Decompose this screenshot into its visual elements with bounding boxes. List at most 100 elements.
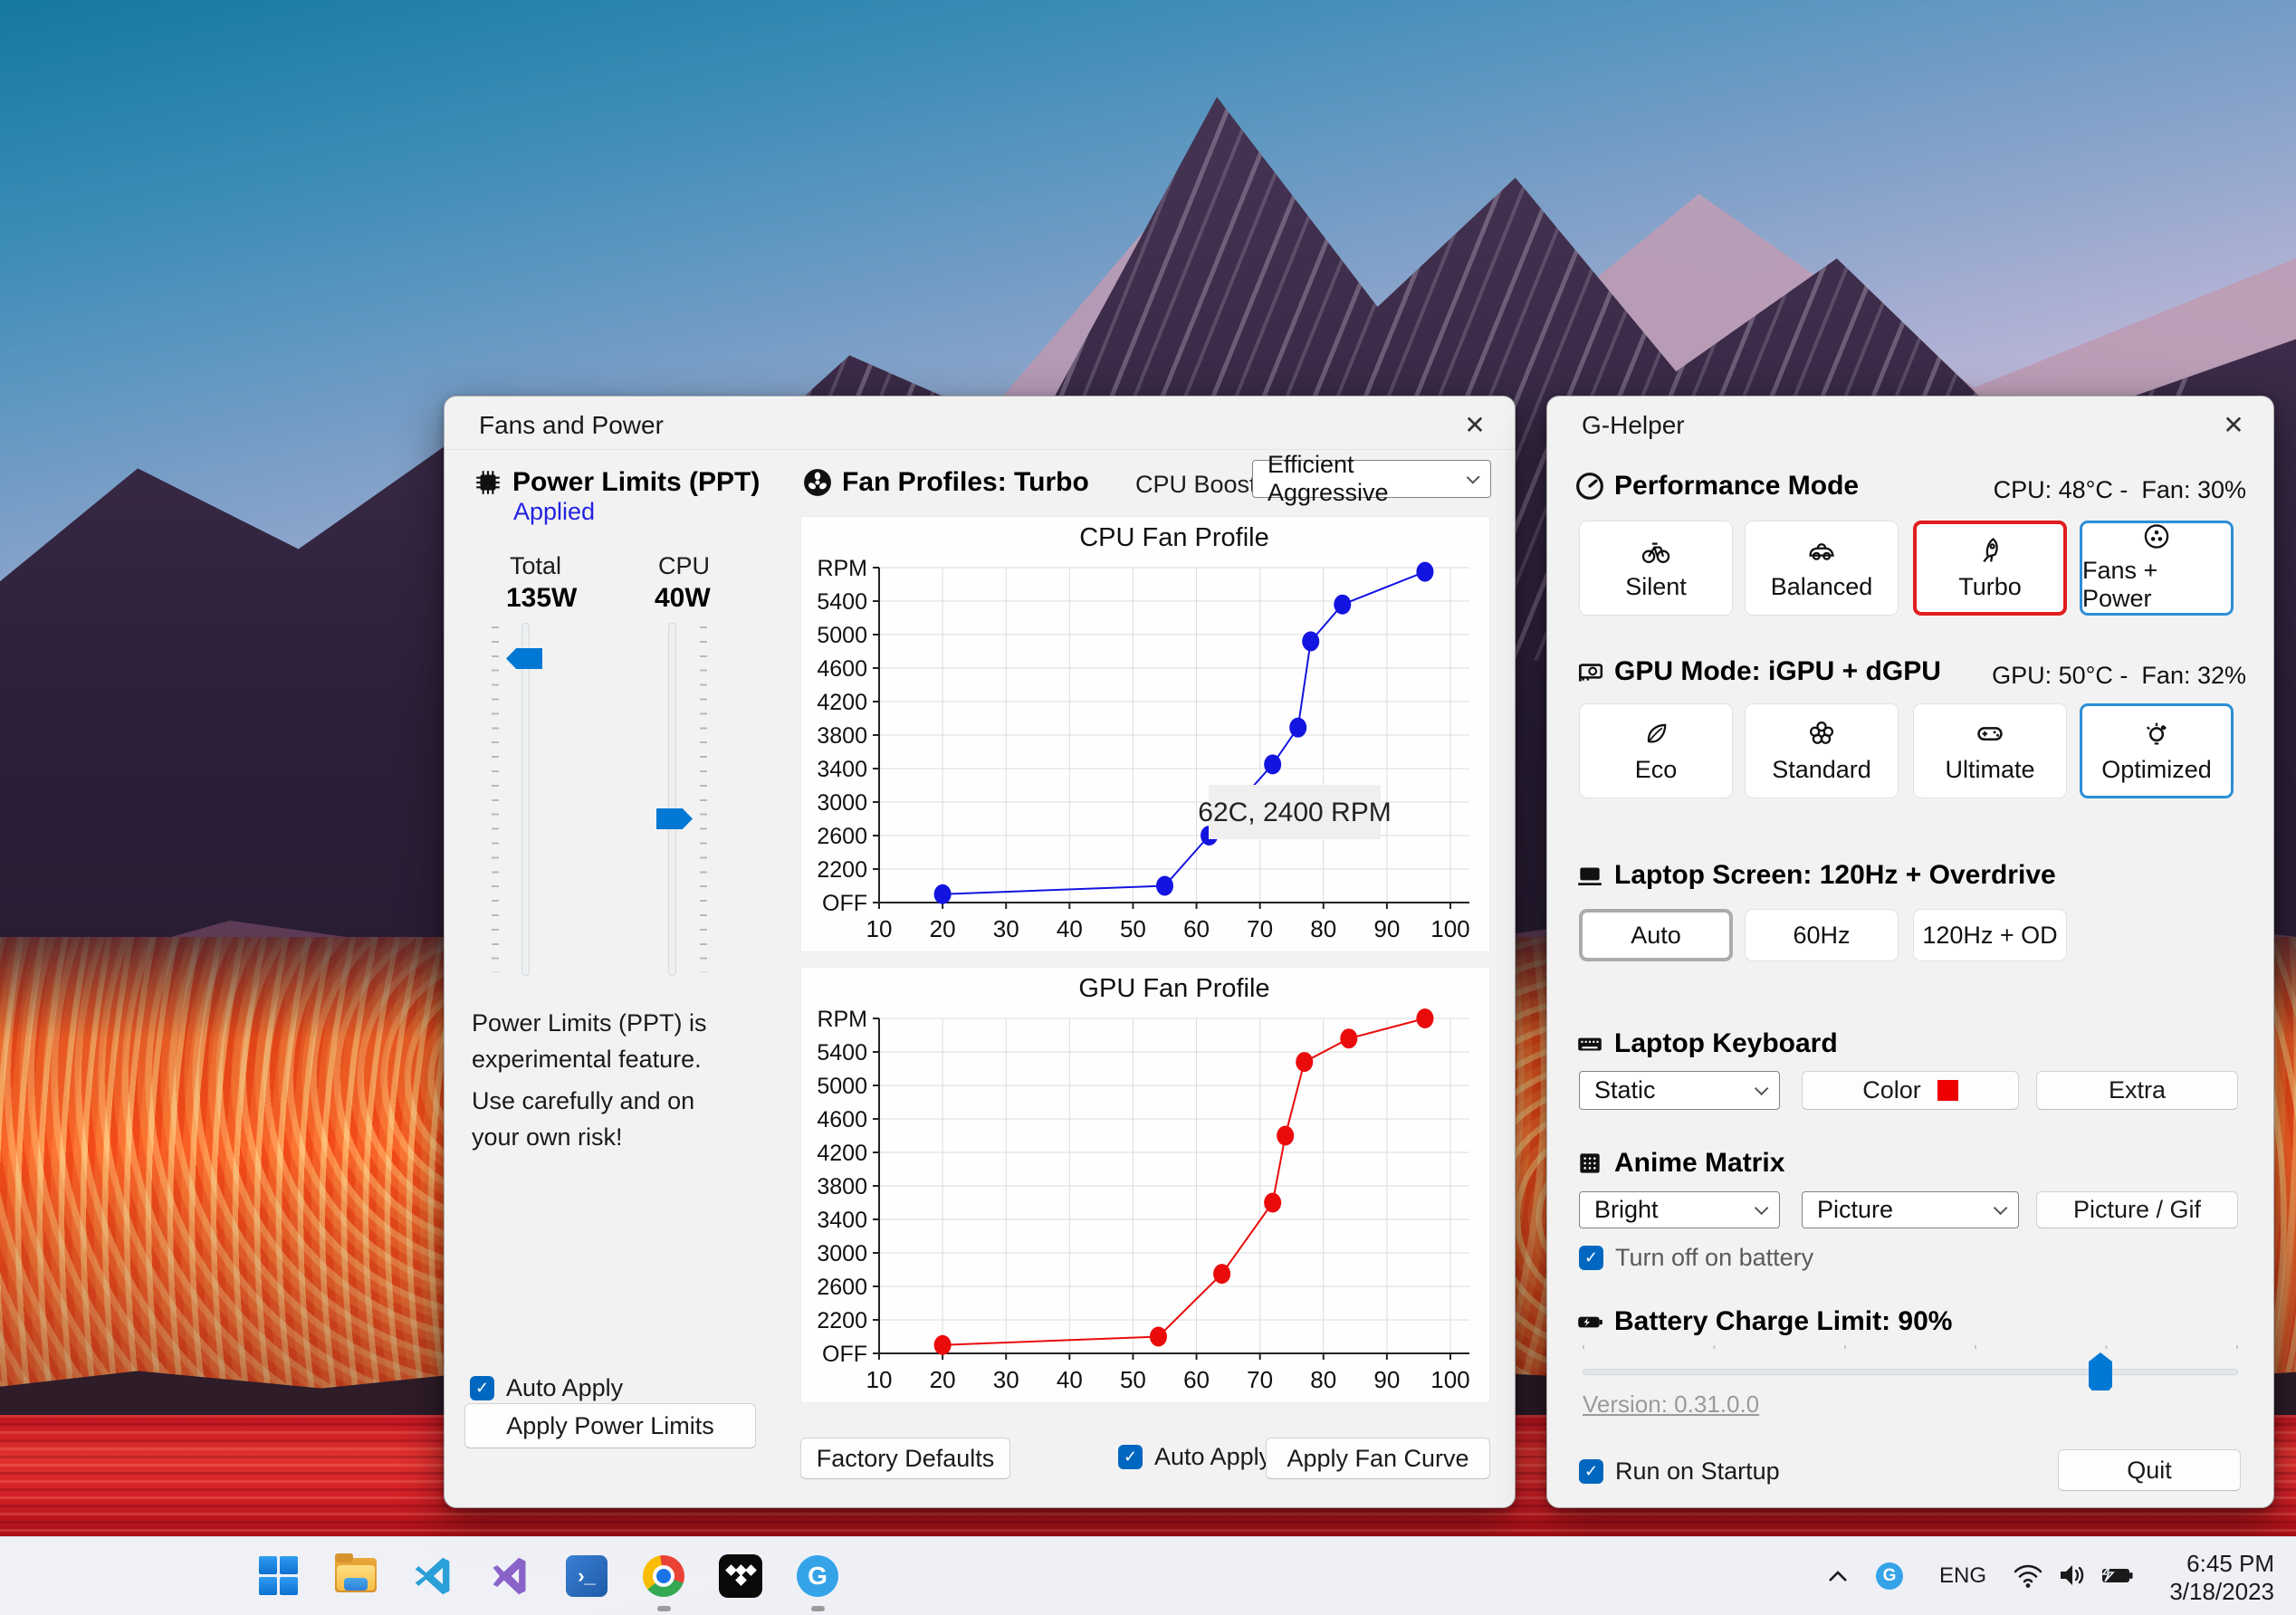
svg-text:10: 10 (866, 1366, 893, 1393)
fans-titlebar[interactable]: Fans and Power ✕ (445, 397, 1515, 449)
run-on-startup-checkbox[interactable]: ✓ Run on Startup (1579, 1457, 1780, 1486)
titlebar-divider (445, 449, 1515, 450)
slider-ticks (700, 626, 707, 972)
chevron-down-icon (1754, 1081, 1769, 1096)
cpu-fan-chart[interactable]: CPU Fan Profile 10 20 30 40 50 60 70 80 90 100 RPM 2… (801, 517, 1491, 953)
visual-studio-logo-icon (493, 1557, 526, 1595)
matrix-brightness-dropdown[interactable]: Bright (1579, 1191, 1780, 1228)
total-power-slider[interactable] (492, 623, 546, 976)
keyboard-mode-dropdown[interactable]: Static (1579, 1071, 1780, 1110)
close-icon[interactable]: ✕ (1459, 409, 1491, 440)
apply-fan-curve-button[interactable]: Apply Fan Curve (1266, 1438, 1490, 1479)
anime-matrix-header: Anime Matrix (1575, 1148, 1784, 1179)
gpu-mode-eco[interactable]: Eco (1579, 703, 1733, 798)
svg-text:62C, 2400 RPM: 62C, 2400 RPM (1198, 798, 1391, 827)
fan-icon (804, 469, 831, 496)
tray-g-helper-icon[interactable]: G (1876, 1562, 1903, 1590)
slider-track[interactable] (668, 623, 676, 976)
tray-clock[interactable]: 6:45 PM 3/18/2023 (2169, 1550, 2274, 1606)
tidal-icon[interactable] (712, 1547, 770, 1605)
keyboard-color-button[interactable]: Color (1802, 1071, 2019, 1110)
checkbox-checked-icon[interactable]: ✓ (470, 1376, 494, 1400)
tray-language[interactable]: ENG (1936, 1562, 1990, 1590)
auto-apply-label: Auto Apply (1154, 1443, 1272, 1470)
laptop-keyboard-heading: Laptop Keyboard (1614, 1028, 1838, 1058)
battery-slider-thumb[interactable] (2089, 1352, 2112, 1390)
checkbox-checked-icon[interactable]: ✓ (1579, 1459, 1603, 1484)
slider-track[interactable] (521, 623, 530, 976)
laptop-screen-heading: Laptop Screen: 120Hz + Overdrive (1614, 860, 2056, 890)
svg-text:3800: 3800 (817, 1174, 867, 1199)
tray-chevron-up[interactable] (1822, 1562, 1854, 1590)
gpu-fan-chart[interactable]: GPU Fan Profile 10 20 30 40 50 60 70 80 90 100 RPM 2… (801, 968, 1491, 1404)
svg-text:50: 50 (1120, 915, 1146, 942)
svg-text:5400: 5400 (817, 1040, 867, 1066)
svg-text:90: 90 (1373, 915, 1400, 942)
screen-option-60hz[interactable]: 60Hz (1745, 909, 1899, 961)
matrix-content-value: Picture (1817, 1196, 1894, 1223)
apply-power-limits-button[interactable]: Apply Power Limits (464, 1403, 756, 1448)
keyboard-icon (1578, 1037, 1602, 1051)
vscode-icon[interactable] (404, 1547, 462, 1605)
svg-text:3000: 3000 (817, 790, 867, 816)
ghelper-titlebar[interactable]: G-Helper ✕ (1547, 397, 2273, 449)
factory-defaults-button[interactable]: Factory Defaults (800, 1438, 1010, 1479)
matrix-battery-checkbox[interactable]: ✓ Turn off on battery (1579, 1244, 1813, 1272)
cpu-boost-dropdown[interactable]: Efficient Aggressive (1252, 451, 1491, 506)
version-link[interactable]: Version: 0.31.0.0 (1583, 1390, 1759, 1419)
visual-studio-icon[interactable] (481, 1547, 539, 1605)
total-slider-thumb[interactable] (506, 648, 542, 669)
fan-auto-apply[interactable]: ✓ Auto Apply (1118, 1443, 1271, 1471)
perf-mode-turbo-selected[interactable]: Turbo (1913, 521, 2067, 616)
checkbox-checked-icon[interactable]: ✓ (1579, 1246, 1603, 1270)
slider-track[interactable] (1583, 1369, 2238, 1375)
svg-text:3800: 3800 (817, 723, 867, 749)
speaker-icon (2061, 1565, 2084, 1585)
checkbox-checked-icon[interactable]: ✓ (1118, 1445, 1143, 1469)
file-explorer-icon[interactable] (327, 1547, 385, 1605)
tray-volume[interactable] (2055, 1561, 2088, 1590)
screen-option-120hz-od[interactable]: 120Hz + OD (1913, 909, 2067, 961)
fan-profiles-header: Fan Profiles: Turbo (803, 467, 1089, 498)
close-icon[interactable]: ✕ (2217, 409, 2250, 440)
gpu-mode-optimized-selected[interactable]: Optimized (2080, 703, 2234, 798)
desktop: Fans and Power ✕ Power Limits (PPT) Appl… (0, 0, 2296, 1615)
perf-mode-silent[interactable]: Silent (1579, 521, 1733, 616)
tray-battery[interactable] (2099, 1561, 2135, 1590)
screen-option-auto-selected[interactable]: Auto (1579, 909, 1733, 961)
powershell-icon[interactable]: ›_ (558, 1547, 616, 1605)
tray-date-value: 3/18/2023 (2169, 1578, 2274, 1605)
svg-text:2200: 2200 (817, 1308, 867, 1333)
start-button[interactable] (250, 1547, 308, 1605)
matrix-picture-gif-button[interactable]: Picture / Gif (2036, 1191, 2238, 1228)
g-helper-taskbar-icon[interactable]: G (789, 1547, 847, 1605)
keyboard-extra-button[interactable]: Extra (2036, 1071, 2238, 1110)
perf-mode-balanced[interactable]: Balanced (1745, 521, 1899, 616)
folder-icon (335, 1553, 377, 1594)
power-auto-apply[interactable]: ✓ Auto Apply (470, 1374, 623, 1402)
gpu-fan-chart-panel[interactable]: GPU Fan Profile 10 20 30 40 50 60 70 80 90 100 RPM 2… (800, 967, 1490, 1403)
svg-text:OFF: OFF (822, 1342, 867, 1367)
power-limits-header: Power Limits (PPT) (474, 467, 760, 498)
matrix-content-dropdown[interactable]: Picture (1802, 1191, 2019, 1228)
chevron-down-icon (1993, 1200, 2008, 1216)
cpu-slider-thumb[interactable] (656, 808, 693, 829)
battery-limit-slider[interactable] (1583, 1345, 2238, 1390)
keyboard-extra-label: Extra (2108, 1076, 2167, 1104)
fans-and-power-window: Fans and Power ✕ Power Limits (PPT) Appl… (444, 396, 1516, 1508)
cpu-chip-icon (476, 471, 500, 494)
auto-apply-label: Auto Apply (506, 1374, 624, 1401)
cpu-label: CPU (658, 552, 711, 579)
power-limits-status: Applied (513, 498, 596, 525)
cpu-power-slider[interactable] (651, 623, 707, 976)
gpu-mode-ultimate[interactable]: Ultimate (1913, 703, 2067, 798)
flower-icon (1809, 721, 1834, 744)
cpu-fan-chart-panel[interactable]: CPU Fan Profile 10 20 30 40 50 60 70 80 90 100 RPM 2… (800, 516, 1490, 952)
chrome-icon[interactable] (635, 1547, 693, 1605)
gpu-mode-standard[interactable]: Standard (1745, 703, 1899, 798)
perf-mode-fans-power[interactable]: Fans + Power (2080, 521, 2234, 616)
quit-button[interactable]: Quit (2058, 1449, 2241, 1491)
svg-text:2200: 2200 (817, 857, 867, 883)
tray-wifi[interactable] (2012, 1561, 2044, 1590)
svg-text:10: 10 (866, 915, 893, 942)
